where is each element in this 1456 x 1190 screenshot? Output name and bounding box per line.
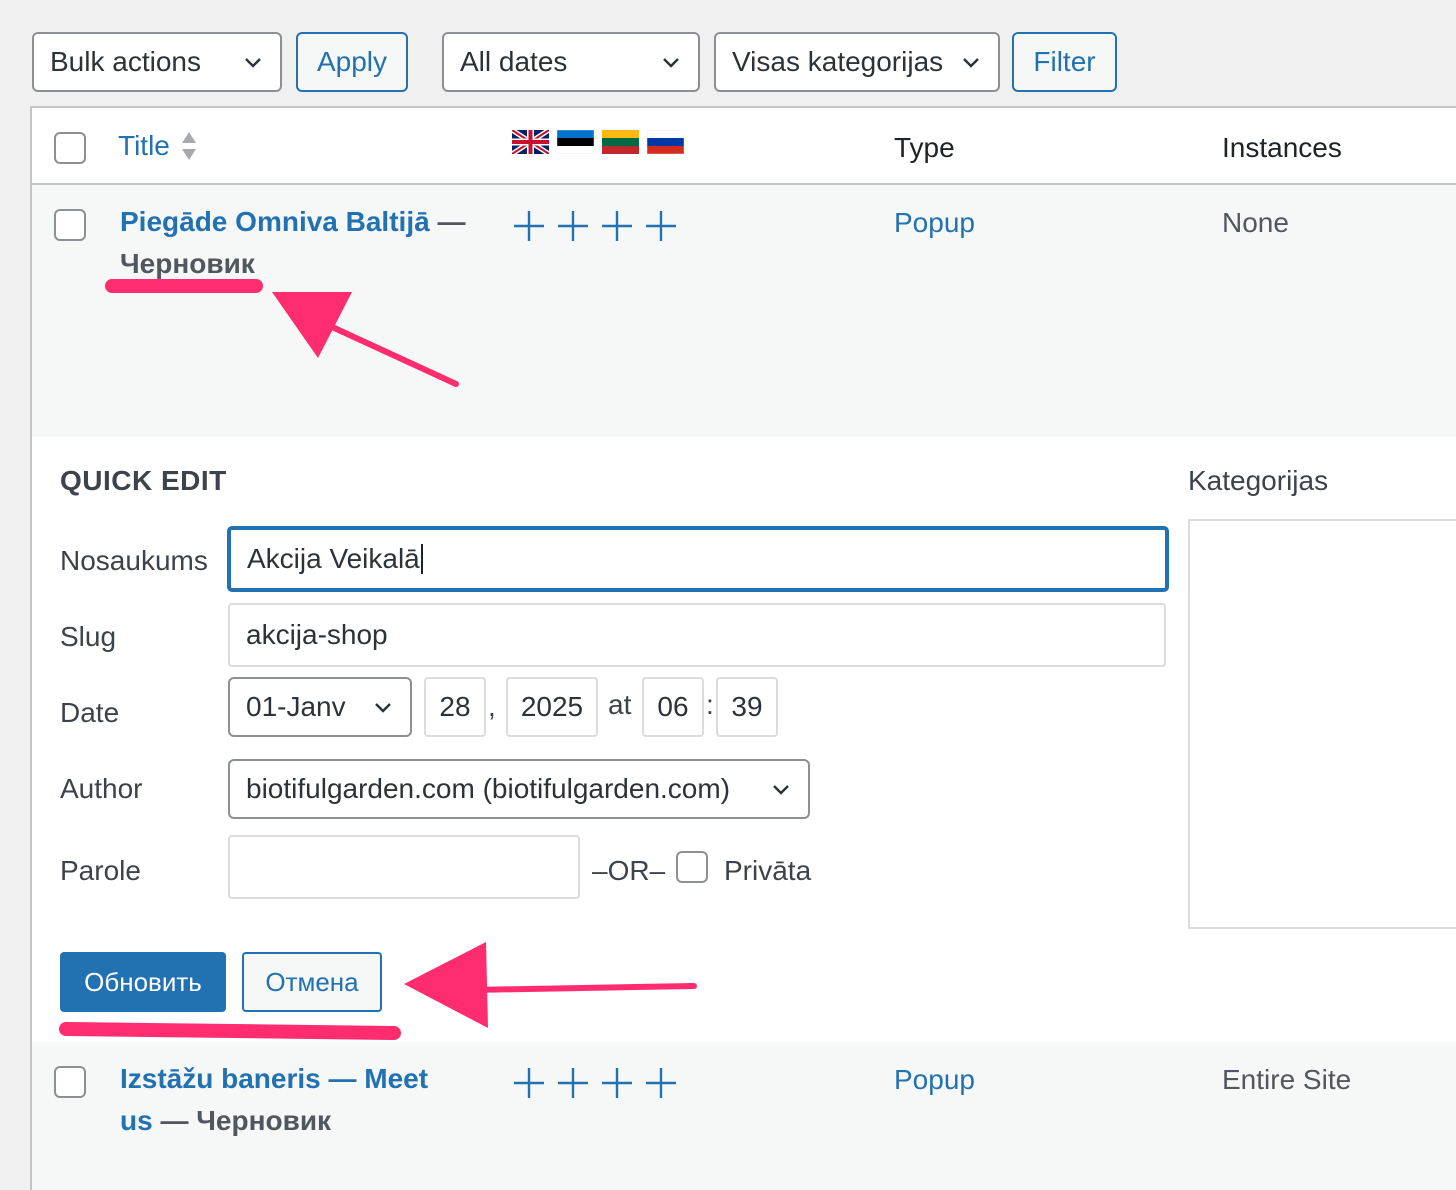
date-comma: , xyxy=(488,691,496,722)
text-caret xyxy=(420,544,423,574)
add-translation-icon[interactable] xyxy=(602,1068,632,1098)
title-separator: — xyxy=(152,1105,197,1136)
uk-flag-icon xyxy=(512,130,549,154)
sort-icon xyxy=(181,132,196,160)
categories-label: Visas kategorijas xyxy=(732,46,944,77)
slug-input-value: akcija-shop xyxy=(246,619,388,650)
date-label: Date xyxy=(60,697,120,728)
author-value: biotifulgarden.com (biotifulgarden.com) xyxy=(246,773,731,804)
author-select[interactable]: biotifulgarden.com (biotifulgarden.com) xyxy=(228,759,810,819)
categories-checklist[interactable] xyxy=(1188,519,1456,929)
type-link[interactable]: Popup xyxy=(894,207,975,239)
add-translation-icon[interactable] xyxy=(514,1068,544,1098)
row-checkbox[interactable] xyxy=(54,209,86,241)
month-select[interactable]: 01-Janv xyxy=(228,677,412,737)
dates-select[interactable]: All dates xyxy=(442,32,700,92)
dates-label: All dates xyxy=(460,46,568,77)
add-translation-icon[interactable] xyxy=(514,211,544,241)
filter-button[interactable]: Filter xyxy=(1012,32,1117,92)
quick-edit-heading: QUICK EDIT xyxy=(60,465,227,496)
instances-column-header: Instances xyxy=(1222,132,1342,163)
cancel-button[interactable]: Отмена xyxy=(242,952,382,1012)
private-checkbox[interactable] xyxy=(676,851,708,883)
instances-value: Entire Site xyxy=(1222,1064,1352,1095)
language-flags xyxy=(512,130,684,154)
instances-value: None xyxy=(1222,207,1289,238)
title-separator: — xyxy=(429,206,466,237)
quick-edit-panel: QUICK EDIT Nosaukums Akcija Veikalā Slug… xyxy=(32,437,1456,1042)
minute-value: 39 xyxy=(731,691,763,722)
russia-flag-icon xyxy=(647,130,684,154)
chevron-down-icon xyxy=(245,58,261,68)
row-checkbox[interactable] xyxy=(54,1066,86,1098)
bulk-actions-select[interactable]: Bulk actions xyxy=(32,32,282,92)
categories-label: Kategorijas xyxy=(1188,465,1329,496)
update-button[interactable]: Обновить xyxy=(60,952,226,1012)
author-label: Author xyxy=(60,773,143,804)
select-all-checkbox[interactable] xyxy=(54,132,86,164)
day-input[interactable]: 28 xyxy=(424,677,486,737)
slug-input[interactable]: akcija-shop xyxy=(228,603,1166,667)
translation-add-links xyxy=(514,211,676,241)
title-input-value: Akcija Veikalā xyxy=(247,543,420,574)
or-separator: –OR– xyxy=(592,855,666,886)
time-colon: : xyxy=(706,689,714,720)
categories-select[interactable]: Visas kategorijas xyxy=(714,32,1000,92)
chevron-down-icon xyxy=(375,703,391,713)
tablenav: Bulk actions Apply All dates Visas kateg… xyxy=(32,32,1432,92)
add-translation-icon[interactable] xyxy=(646,211,676,241)
chevron-down-icon xyxy=(773,785,789,795)
minute-input[interactable]: 39 xyxy=(716,677,778,737)
table-row: Piegāde Omniva Baltijā — Черновик Popup … xyxy=(32,185,1456,437)
add-translation-icon[interactable] xyxy=(558,1068,588,1098)
table-header: Title Type Instances xyxy=(32,108,1456,185)
private-label: Privāta xyxy=(724,855,812,886)
table-row: Izstāžu baneris — Meet us — Черновик Pop… xyxy=(32,1042,1456,1190)
month-value: 01-Janv xyxy=(246,691,346,722)
at-label: at xyxy=(608,689,632,720)
translation-add-links xyxy=(514,1068,676,1098)
row-title[interactable]: Izstāžu baneris — Meet us — Черновик xyxy=(120,1058,480,1142)
title-label: Nosaukums xyxy=(60,545,208,576)
add-translation-icon[interactable] xyxy=(646,1068,676,1098)
row-title-link[interactable]: Izstāžu baneris — Meet xyxy=(120,1063,428,1094)
apply-button[interactable]: Apply xyxy=(296,32,408,92)
estonia-flag-icon xyxy=(557,130,594,154)
slug-label: Slug xyxy=(60,621,117,652)
title-column-header[interactable]: Title xyxy=(118,130,198,162)
year-input[interactable]: 2025 xyxy=(506,677,598,737)
hour-input[interactable]: 06 xyxy=(642,677,704,737)
type-link[interactable]: Popup xyxy=(894,1064,975,1096)
posts-table: Title Type Instances Piegāde Omniva Balt… xyxy=(30,106,1456,1190)
title-input[interactable]: Akcija Veikalā xyxy=(228,527,1168,591)
chevron-down-icon xyxy=(663,58,679,68)
title-header-label: Title xyxy=(118,130,170,161)
year-value: 2025 xyxy=(520,691,584,722)
chevron-down-icon xyxy=(963,58,979,68)
lithuania-flag-icon xyxy=(602,130,639,154)
bulk-actions-label: Bulk actions xyxy=(50,46,201,77)
day-value: 28 xyxy=(439,691,471,722)
hour-value: 06 xyxy=(657,691,689,722)
row-title-link-cont[interactable]: us xyxy=(120,1105,153,1136)
post-state: Черновик xyxy=(196,1105,332,1136)
add-translation-icon[interactable] xyxy=(602,211,632,241)
add-translation-icon[interactable] xyxy=(558,211,588,241)
password-input[interactable] xyxy=(228,835,580,899)
type-column-header: Type xyxy=(894,132,955,163)
password-label: Parole xyxy=(60,855,141,886)
row-title-link[interactable]: Piegāde Omniva Baltijā xyxy=(120,206,430,237)
row-title[interactable]: Piegāde Omniva Baltijā — Черновик xyxy=(120,201,480,285)
post-state: Черновик xyxy=(120,248,255,279)
